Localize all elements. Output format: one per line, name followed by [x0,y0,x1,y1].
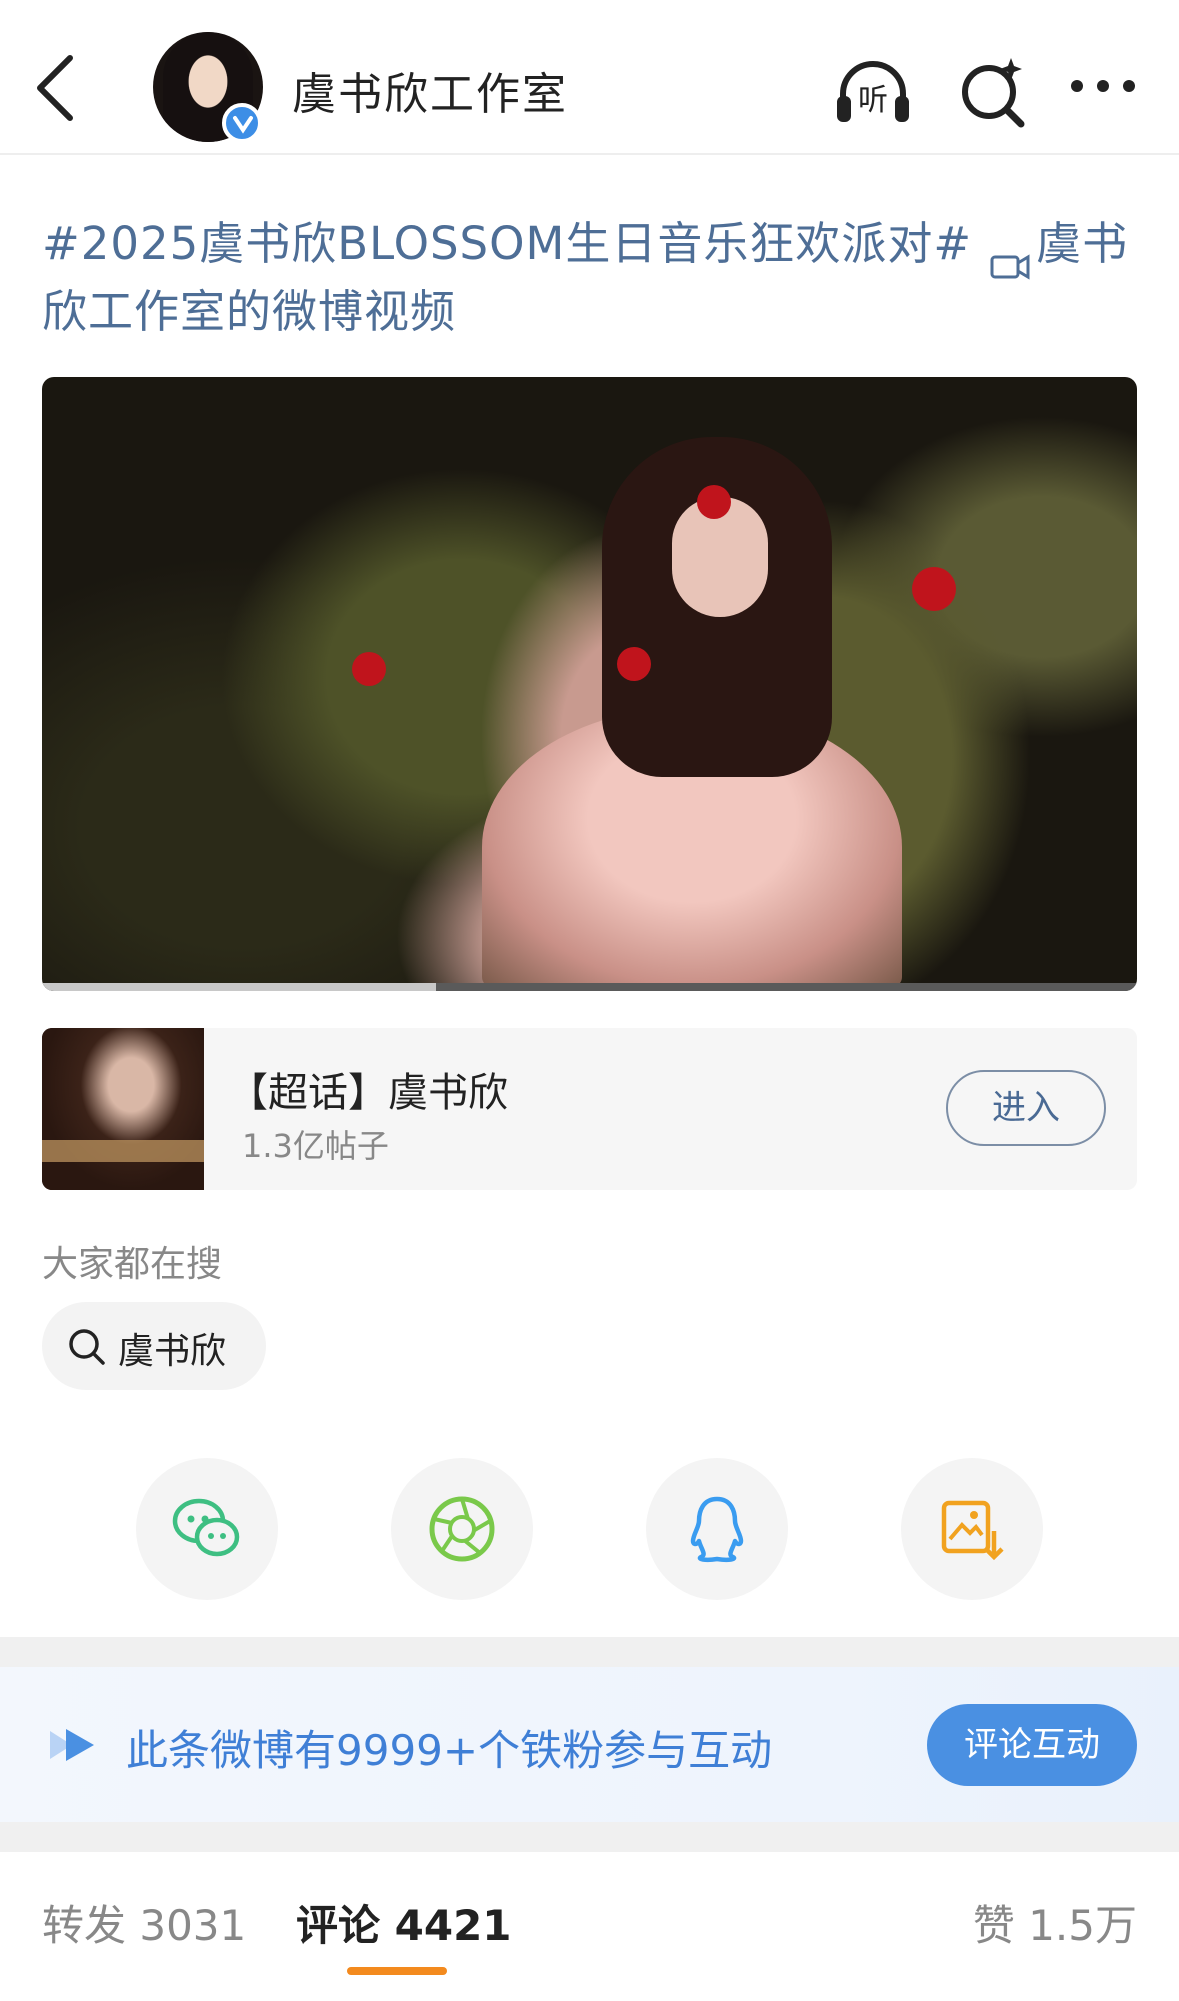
save-image-icon [941,1500,1004,1561]
moments-icon [429,1496,495,1562]
super-topic-title: 【超话】虞书欣 [228,1070,508,1116]
super-topic-post-count: 1.3亿帖子 [242,1127,389,1165]
rose-decoration [697,485,731,519]
tab-repost[interactable]: 转发 3031 [42,1892,246,1953]
search-chip-label: 虞书欣 [118,1331,227,1372]
account-name[interactable]: 虞书欣工作室 [292,58,568,122]
listen-label: 听 [858,83,888,118]
super-topic-thumbnail [42,1028,204,1190]
tab-comment[interactable]: 评论 4421 [296,1892,512,1953]
more-icon[interactable] [1063,52,1143,132]
qq-icon [690,1496,744,1563]
fan-interaction-banner: 此条微博有9999+个铁粉参与互动 评论互动 [0,1667,1179,1822]
interaction-tabs: 转发 3031 评论 4421 赞 1.5万 [0,1852,1179,2001]
hashtag-link[interactable]: #2025虞书欣BLOSSOM生日音乐狂欢派对# [42,217,972,270]
post-title: #2025虞书欣BLOSSOM生日音乐狂欢派对# 虞书欣工作室的微博视频 [42,210,1152,346]
video-link-icon [990,232,1030,280]
rose-decoration [352,652,386,686]
share-qq-button[interactable] [646,1458,788,1600]
top-bar: 虞书欣工作室 听 [0,0,1179,155]
video-progress-bar[interactable] [42,983,1137,991]
search-chip[interactable]: 虞书欣 [42,1302,266,1390]
trending-search-label: 大家都在搜 [42,1244,223,1285]
rose-decoration [912,567,956,611]
verified-badge-icon [222,103,262,143]
tab-like[interactable]: 赞 1.5万 [973,1892,1137,1953]
listen-headphone-icon[interactable]: 听 [833,52,913,132]
enter-button[interactable]: 进入 [946,1070,1106,1146]
video-progress-fill [42,983,437,991]
ai-search-icon[interactable] [953,52,1033,132]
super-topic-card[interactable]: 【超话】虞书欣 1.3亿帖子 进入 [42,1028,1137,1190]
search-icon [69,1329,105,1365]
save-image-button[interactable] [901,1458,1043,1600]
wechat-icon [172,1498,240,1557]
section-divider [0,1822,1179,1852]
play-arrows-icon [50,1729,94,1761]
share-moments-button[interactable] [391,1458,533,1600]
fan-interaction-text: 此条微博有9999+个铁粉参与互动 [126,1726,773,1775]
rose-decoration [617,647,651,681]
share-wechat-button[interactable] [136,1458,278,1600]
back-arrow-icon[interactable] [30,50,86,126]
comment-interact-button[interactable]: 评论互动 [927,1704,1137,1786]
video-player[interactable] [42,377,1137,991]
section-divider [0,1637,1179,1667]
active-tab-indicator [347,1967,447,1975]
